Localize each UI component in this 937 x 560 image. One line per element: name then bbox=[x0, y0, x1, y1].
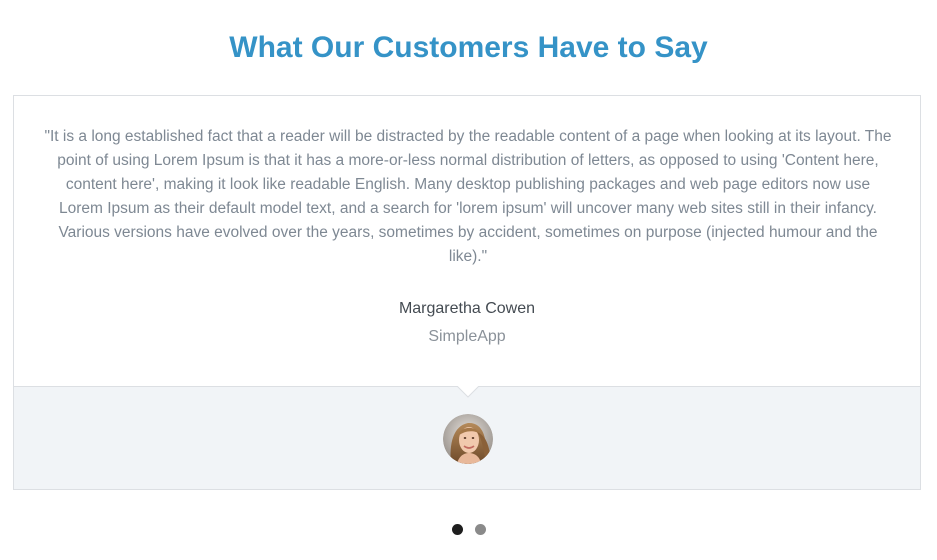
carousel-dot-2[interactable] bbox=[474, 524, 486, 535]
testimonial-quote: "It is a long established fact that a re… bbox=[44, 128, 892, 265]
avatar-photo-icon bbox=[443, 414, 493, 464]
carousel-dot-1[interactable] bbox=[451, 524, 463, 535]
testimonial-card: "It is a long established fact that a re… bbox=[13, 95, 921, 490]
customer-avatar[interactable] bbox=[443, 414, 493, 464]
author-name: Margaretha Cowen bbox=[398, 300, 536, 317]
testimonials-page: What Our Customers Have to Say "It is a … bbox=[0, 0, 937, 560]
section-title: What Our Customers Have to Say bbox=[229, 31, 708, 64]
author-company: SimpleApp bbox=[428, 328, 506, 345]
testimonial-body: "It is a long established fact that a re… bbox=[14, 96, 920, 386]
carousel-pagination bbox=[0, 524, 937, 536]
testimonial-footer bbox=[14, 386, 920, 489]
